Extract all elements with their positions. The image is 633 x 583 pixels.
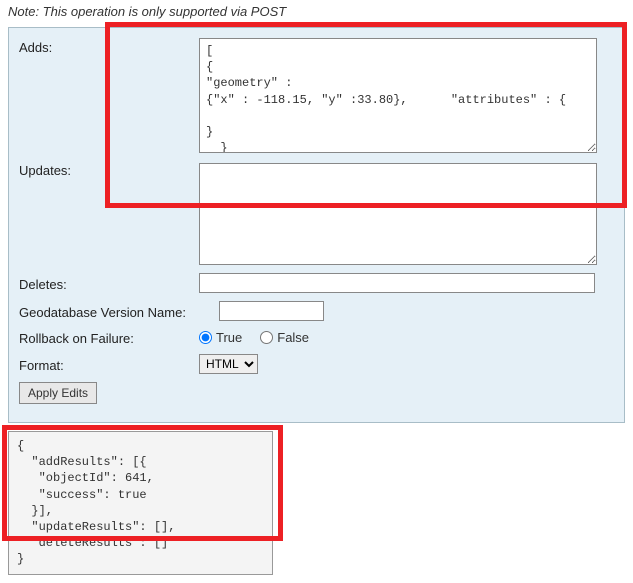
rollback-false-label: False	[277, 330, 309, 345]
deletes-label: Deletes:	[19, 275, 199, 292]
version-label: Geodatabase Version Name:	[19, 303, 219, 320]
rollback-true-radio[interactable]	[199, 331, 212, 344]
result-json: { "addResults": [{ "objectId": 641, "suc…	[8, 431, 273, 575]
rollback-radio-group: True False	[199, 330, 309, 345]
rollback-false-option[interactable]: False	[260, 330, 309, 345]
result-section: { "addResults": [{ "objectId": 641, "suc…	[8, 431, 625, 575]
adds-label: Adds:	[19, 38, 199, 55]
apply-edits-button[interactable]: Apply Edits	[19, 382, 97, 404]
updates-label: Updates:	[19, 161, 199, 178]
format-select[interactable]: HTML	[199, 354, 258, 374]
rollback-true-label: True	[216, 330, 242, 345]
deletes-input[interactable]	[199, 273, 595, 293]
apply-edits-form: Adds: Updates: Deletes: Geodatabase Vers…	[8, 27, 625, 423]
adds-textarea[interactable]	[199, 38, 597, 153]
rollback-false-radio[interactable]	[260, 331, 273, 344]
post-note: Note: This operation is only supported v…	[0, 0, 633, 23]
updates-textarea[interactable]	[199, 163, 597, 265]
rollback-label: Rollback on Failure:	[19, 329, 199, 346]
rollback-true-option[interactable]: True	[199, 330, 242, 345]
version-input[interactable]	[219, 301, 324, 321]
format-label: Format:	[19, 356, 199, 373]
